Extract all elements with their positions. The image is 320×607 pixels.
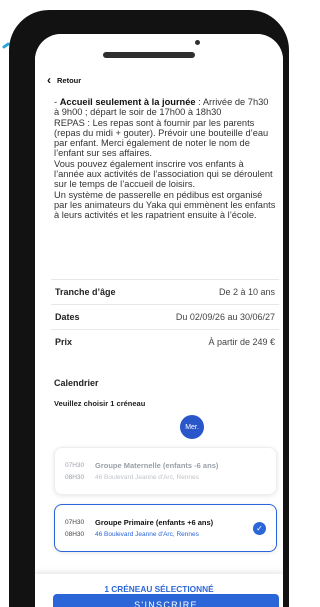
selected-count-label: 1 CRÉNEAU SÉLECTIONNÉ [104,584,214,594]
meals-paragraph: REPAS : Les repas sont à fournir par les… [54,117,269,159]
camera-dot [195,40,200,45]
info-row-dates: Dates Du 02/09/26 au 30/06/27 [51,304,279,329]
info-value: De 2 à 10 ans [218,287,275,297]
slot-start-line: 07H30 Groupe Maternelle (enfants -6 ans) [65,459,266,471]
info-row-price: Prix À partir de 249 € [51,329,279,354]
schedule-bold-title: Accueil seulement à la journée [59,97,196,107]
info-value: Du 02/09/26 au 30/06/27 [175,312,275,322]
slot-group-name: Groupe Maternelle (enfants -6 ans) [95,460,219,470]
app-screen: ‹ Retour - Accueil seulement à la journé… [35,34,283,607]
slot-card-primaire[interactable]: 07H30 Groupe Primaire (enfants +6 ans) 0… [54,504,277,552]
calendar-title: Calendrier [54,378,99,388]
back-label: Retour [57,75,82,85]
info-value: À partir de 249 € [208,337,275,347]
slot-end-time: 08H30 [65,473,85,481]
footer-bar: 1 CRÉNEAU SÉLECTIONNÉ S'INSCRIRE [35,574,283,607]
slot-address: 46 Boulevard Jeanne d'Arc, Rennes [95,473,199,481]
info-label: Tranche d’âge [55,287,116,297]
speaker-bar [103,52,195,58]
slot-address: 46 Boulevard Jeanne d'Arc, Rennes [95,530,199,538]
slot-group-name: Groupe Primaire (enfants +6 ans) [95,517,214,527]
info-row-age: Tranche d’âge De 2 à 10 ans [51,279,279,304]
info-table: Tranche d’âge De 2 à 10 ans Dates Du 02/… [51,279,279,354]
info-label: Prix [55,337,73,347]
activity-description: - Accueil seulement à la journée : Arriv… [54,97,276,221]
calendar-instruction: Veuillez choisir 1 créneau [54,399,146,408]
slot-start-line: 07H30 Groupe Primaire (enfants +6 ans) [65,516,266,528]
slot-start-time: 07H30 [65,518,85,526]
slot-start-time: 07H30 [65,461,85,469]
schedule-paragraph: - Accueil seulement à la journée : Arriv… [54,97,269,118]
phone-frame: ‹ Retour - Accueil seulement à la journé… [9,10,289,607]
top-bar: ‹ Retour [35,34,283,96]
pedibus-paragraph: Un système de passerelle en pédibus est … [54,189,276,221]
info-label: Dates [55,312,80,322]
checkmark-icon: ✓ [253,522,266,535]
slot-end-line: 08H30 46 Boulevard Jeanne d'Arc, Rennes [65,471,266,483]
chevron-left-icon: ‹ [47,73,51,87]
activities-paragraph: Vous pouvez également inscrire vos enfan… [54,158,273,190]
register-button[interactable]: S'INSCRIRE [53,594,279,607]
slot-card-maternelle[interactable]: 07H30 Groupe Maternelle (enfants -6 ans)… [54,447,277,495]
day-selector-wednesday[interactable]: Mer. [180,415,204,439]
slot-end-time: 08H30 [65,530,85,538]
back-button[interactable]: ‹ Retour [47,74,81,86]
slot-end-line: 08H30 46 Boulevard Jeanne d'Arc, Rennes [65,528,266,540]
